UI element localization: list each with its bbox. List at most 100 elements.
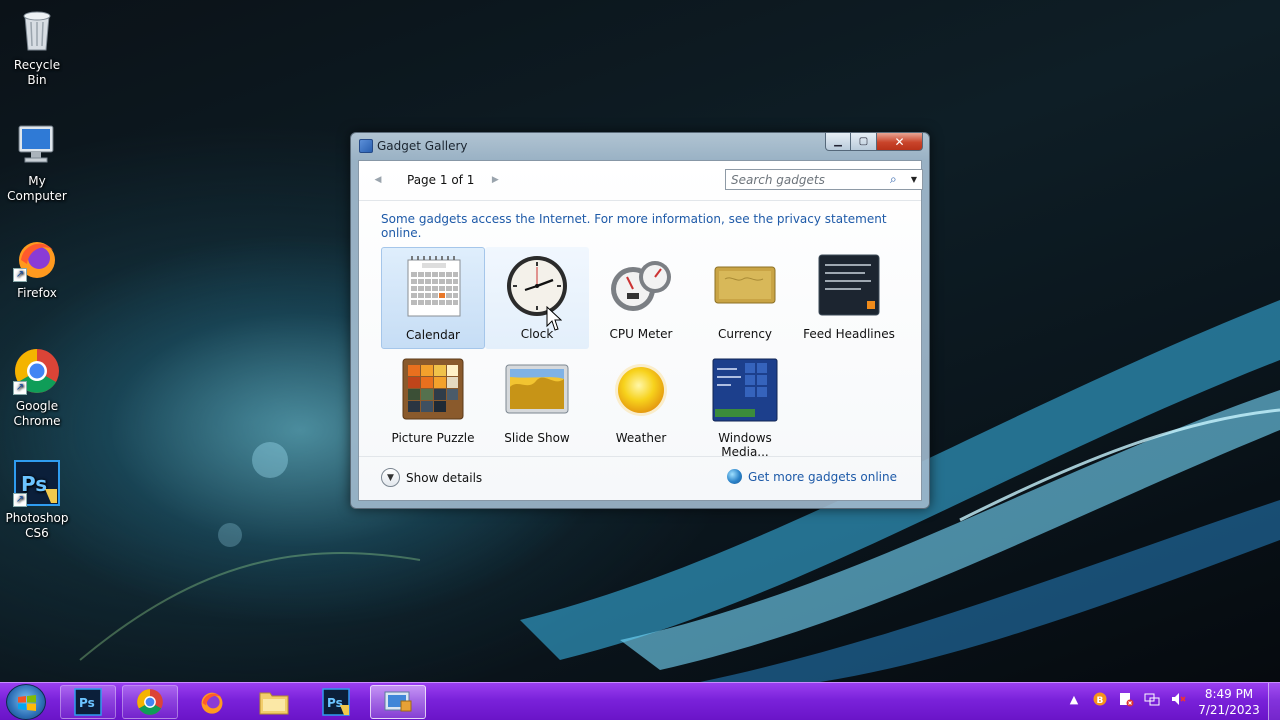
next-page-button[interactable]: ▶ <box>488 171 502 189</box>
network-icon[interactable] <box>1144 691 1160 707</box>
gadget-label: Slide Show <box>504 431 570 445</box>
svg-text:B: B <box>1097 696 1104 706</box>
system-tray: ▲ B <box>1066 691 1186 707</box>
taskbar-chrome[interactable] <box>122 685 178 719</box>
desktop-icon-label: My Computer <box>7 174 67 203</box>
clock-date: 7/21/2023 <box>1198 703 1260 717</box>
desktop-icon-photoshop[interactable]: Ps ↗ Photoshop CS6 <box>4 459 70 541</box>
desktop-icon-chrome[interactable]: ↗ Google Chrome <box>4 347 70 429</box>
get-more-gadgets-link[interactable]: Get more gadgets online <box>726 469 897 484</box>
picture-puzzle-gadget-icon <box>402 358 464 420</box>
folder-icon <box>259 692 289 715</box>
bitcoin-tray-icon[interactable]: B <box>1092 691 1108 707</box>
desktop-icon-label: Firefox <box>17 286 57 300</box>
show-hidden-icons-button[interactable]: ▲ <box>1066 691 1082 707</box>
gadget-feed-headlines[interactable]: Feed Headlines <box>797 247 901 349</box>
mouse-cursor-icon <box>546 306 562 331</box>
photoshop-icon: Ps <box>74 688 102 716</box>
taskbar-clock[interactable]: 8:49 PM 7/21/2023 <box>1196 686 1262 718</box>
windows-logo-icon <box>18 695 36 711</box>
volume-muted-icon[interactable] <box>1170 691 1186 707</box>
close-button[interactable]: ✕ <box>877 133 923 151</box>
clock-time: 8:49 PM <box>1204 687 1254 701</box>
show-desktop-button[interactable] <box>1268 683 1280 720</box>
shortcut-arrow-icon: ↗ <box>13 493 27 507</box>
close-icon: ✕ <box>894 134 905 149</box>
gadget-calendar[interactable]: Calendar <box>381 247 485 349</box>
shortcut-arrow-icon: ↗ <box>13 268 27 282</box>
desktop-icon-label: Photoshop CS6 <box>5 511 69 540</box>
taskbar-file-explorer[interactable] <box>246 685 302 719</box>
gallery-footer: ▼ Show details Get more gadgets online <box>359 456 921 500</box>
window-title: Gadget Gallery <box>377 139 468 153</box>
recycle-bin-icon <box>13 6 61 54</box>
title-bar[interactable]: Gadget Gallery ▁ ▢ ✕ <box>351 133 929 159</box>
chevron-left-icon: ◀ <box>374 175 382 185</box>
previous-page-button[interactable]: ◀ <box>371 171 385 189</box>
gadget-currency[interactable]: Currency <box>693 247 797 349</box>
gadget-cpu-meter[interactable]: CPU Meter <box>589 247 693 349</box>
desktop-icon-recycle-bin[interactable]: Recycle Bin <box>4 6 70 88</box>
minimize-icon: ▁ <box>834 136 842 147</box>
desktop-icon-my-computer[interactable]: My Computer <box>4 122 70 204</box>
show-details-label: Show details <box>406 470 483 485</box>
calendar-gadget-icon <box>407 256 461 317</box>
chevron-down-icon: ▼ <box>381 468 400 487</box>
gadget-label: Calendar <box>406 328 460 342</box>
desktop-icon-label: Google Chrome <box>13 399 61 428</box>
show-details-button[interactable]: ▼ Show details <box>381 468 482 487</box>
search-icon[interactable]: ⌕ <box>890 172 906 187</box>
gallery-client-area: ◀ Page 1 of 1 ▶ Search gadgets ⌕ ▼ Some … <box>358 160 923 501</box>
gadget-slide-show[interactable]: Slide Show <box>485 351 589 453</box>
svg-text:Ps: Ps <box>79 696 95 710</box>
taskbar-photoshop[interactable]: Ps <box>60 685 116 719</box>
cpu-meter-gadget-icon <box>611 261 671 311</box>
slide-show-gadget-icon <box>505 364 569 414</box>
search-box[interactable]: Search gadgets ⌕ ▼ <box>725 169 923 190</box>
gadget-picture-puzzle[interactable]: Picture Puzzle <box>381 351 485 453</box>
pager: ◀ Page 1 of 1 ▶ <box>371 170 502 190</box>
taskbar-photoshop-cs6[interactable]: Ps <box>308 685 364 719</box>
privacy-notice-link[interactable]: Some gadgets access the Internet. For mo… <box>381 212 921 240</box>
search-dropdown-icon[interactable]: ▼ <box>906 175 922 184</box>
maximize-icon: ▢ <box>858 136 869 147</box>
photoshop-icon: Ps <box>322 688 350 716</box>
gadget-label: Clock <box>520 327 554 341</box>
weather-sun-icon <box>615 364 667 416</box>
page-indicator: Page 1 of 1 <box>407 173 475 187</box>
gadget-label: Weather <box>615 431 667 445</box>
taskbar-firefox[interactable] <box>184 685 240 719</box>
my-computer-icon <box>13 122 61 170</box>
desktop-icon-firefox[interactable]: ↗ Firefox <box>4 234 70 301</box>
svg-text:Ps: Ps <box>327 696 343 710</box>
photoshop-icon: Ps ↗ <box>13 459 61 507</box>
globe-icon <box>726 469 742 484</box>
search-input[interactable]: Search gadgets <box>726 173 890 187</box>
windows-media-center-gadget-icon <box>712 358 778 422</box>
gadget-gallery-app-icon <box>359 139 373 153</box>
gallery-toolbar: ◀ Page 1 of 1 ▶ Search gadgets ⌕ ▼ <box>359 161 923 201</box>
chrome-icon: ↗ <box>13 347 61 395</box>
gadget-weather[interactable]: Weather <box>589 351 693 453</box>
shortcut-arrow-icon: ↗ <box>13 381 27 395</box>
chevron-right-icon: ▶ <box>491 175 499 185</box>
firefox-icon <box>201 692 223 714</box>
gadget-windows-media-center[interactable]: Windows Media... <box>693 351 797 459</box>
gadget-gallery-window: Gadget Gallery ▁ ▢ ✕ ◀ Page 1 of 1 ▶ Sea… <box>350 132 930 509</box>
start-button[interactable] <box>6 684 46 720</box>
gadget-clock[interactable]: Clock <box>485 247 589 349</box>
get-more-gadgets-label: Get more gadgets online <box>747 469 897 484</box>
firefox-icon: ↗ <box>13 234 61 282</box>
feed-headlines-gadget-icon <box>818 254 880 316</box>
action-center-icon[interactable] <box>1118 691 1134 707</box>
gadget-label: Picture Puzzle <box>391 431 475 445</box>
window-controls: ▁ ▢ ✕ <box>825 133 923 151</box>
gadget-label: Feed Headlines <box>803 327 895 341</box>
minimize-button[interactable]: ▁ <box>825 133 851 151</box>
desktop-icon-label: Recycle Bin <box>13 58 61 87</box>
currency-gadget-icon <box>714 266 776 304</box>
gadget-label: CPU Meter <box>609 327 673 341</box>
chrome-icon <box>137 689 163 715</box>
taskbar-gadget-gallery[interactable] <box>370 685 426 719</box>
maximize-button[interactable]: ▢ <box>851 133 877 151</box>
